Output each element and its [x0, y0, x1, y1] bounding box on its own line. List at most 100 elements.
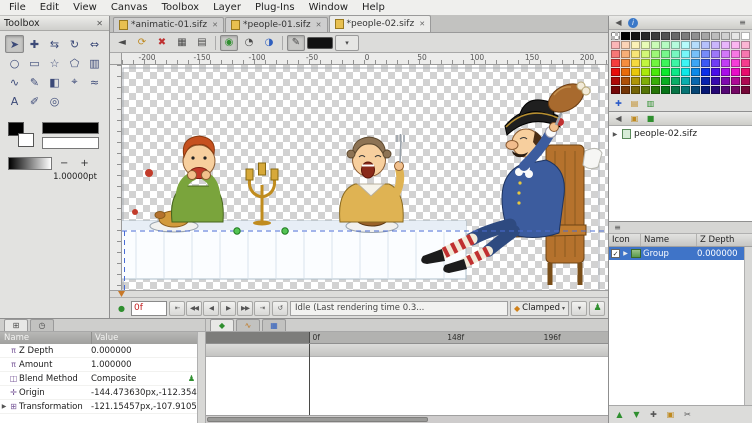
color-swatch[interactable]	[621, 32, 630, 40]
color-swatch[interactable]	[651, 41, 660, 49]
color-swatch[interactable]	[651, 32, 660, 40]
color-swatch[interactable]	[711, 86, 720, 94]
time-field[interactable]	[131, 301, 167, 316]
tab-curves[interactable]: ∿	[236, 319, 260, 331]
menu-view[interactable]: View	[66, 1, 104, 14]
track-row[interactable]	[206, 344, 608, 357]
color-swatch[interactable]	[681, 32, 690, 40]
color-swatch[interactable]	[731, 50, 740, 58]
polygon-tool[interactable]: ⬠	[65, 54, 84, 72]
color-swatch[interactable]	[721, 41, 730, 49]
refresh-button[interactable]: ⟳	[133, 35, 151, 51]
color-swatch[interactable]	[741, 50, 750, 58]
jack-button[interactable]: ●	[113, 301, 129, 316]
secondary-dropdown[interactable]: ▾	[571, 301, 587, 316]
lower-layer-button[interactable]: ▼	[630, 409, 643, 421]
color-swatch[interactable]	[611, 86, 620, 94]
vertex-handle[interactable]	[234, 228, 240, 234]
color-swatch[interactable]	[731, 77, 740, 85]
color-swatch[interactable]	[671, 68, 680, 76]
info-icon[interactable]: i	[628, 18, 638, 28]
color-swatch[interactable]	[611, 50, 620, 58]
canvas-timebar[interactable]	[110, 290, 608, 297]
menu-file[interactable]: File	[2, 1, 33, 14]
color-swatch[interactable]	[661, 59, 670, 67]
color-swatch[interactable]	[721, 86, 730, 94]
color-swatch[interactable]	[681, 77, 690, 85]
color-swatch[interactable]	[701, 68, 710, 76]
interpolation-dropdown[interactable]: ◆ Clamped ▾	[510, 301, 569, 316]
toggle-grid-button[interactable]: ▦	[173, 35, 191, 51]
color-swatch[interactable]	[631, 68, 640, 76]
color-swatch[interactable]	[651, 59, 660, 67]
color-swatch[interactable]	[641, 41, 650, 49]
color-swatch[interactable]	[721, 50, 730, 58]
menu-toolbox[interactable]: Toolbox	[155, 1, 207, 14]
tab-timetrack[interactable]: ◆	[210, 319, 234, 331]
raise-layer-button[interactable]: ▲	[613, 409, 626, 421]
smooth-move-tool[interactable]: ✚	[25, 35, 44, 53]
menu-help[interactable]: Help	[355, 1, 392, 14]
time-cursor[interactable]	[118, 291, 125, 297]
color-swatch[interactable]	[701, 59, 710, 67]
color-swatch[interactable]	[671, 32, 680, 40]
resolution-dropdown[interactable]: ▾	[335, 35, 359, 51]
color-swatch[interactable]	[691, 32, 700, 40]
width-tool[interactable]: ≈	[85, 73, 104, 91]
color-swatch[interactable]	[611, 59, 620, 67]
zoom-tool[interactable]: ◎	[45, 92, 64, 110]
color-swatch[interactable]	[731, 41, 740, 49]
sketch-tool[interactable]: ✐	[25, 92, 44, 110]
draw-tool[interactable]: ✎	[25, 73, 44, 91]
fg-bg-swatches[interactable]	[8, 122, 36, 149]
chevron-left-icon[interactable]: ◀	[612, 113, 625, 125]
past-frames-button[interactable]: ◔	[240, 35, 258, 51]
timetrack-body[interactable]	[206, 344, 608, 415]
color-swatch[interactable]	[641, 86, 650, 94]
color-swatch[interactable]	[681, 59, 690, 67]
color-swatch[interactable]	[671, 59, 680, 67]
color-swatch[interactable]	[641, 50, 650, 58]
tab-animatic01sifz[interactable]: *animatic-01.sifz✕	[113, 17, 224, 32]
fill-color-display[interactable]	[42, 137, 99, 149]
close-tab-icon[interactable]: ✕	[417, 20, 425, 28]
param-row[interactable]: πZ Depth0.000000	[0, 344, 197, 358]
color-swatch[interactable]	[731, 86, 740, 94]
layers-scrollbar[interactable]	[744, 247, 752, 405]
color-swatch[interactable]	[721, 32, 730, 40]
color-swatch[interactable]	[661, 50, 670, 58]
color-swatch[interactable]	[741, 86, 750, 94]
tab-people01sifz[interactable]: *people-01.sifz✕	[225, 17, 328, 32]
new-layer-button[interactable]: ✚	[647, 409, 660, 421]
color-swatch[interactable]	[621, 68, 630, 76]
transform-tool[interactable]: ➤	[5, 35, 24, 53]
color-swatch[interactable]	[711, 68, 720, 76]
color-swatch[interactable]	[651, 77, 660, 85]
color-swatch[interactable]	[611, 41, 620, 49]
color-swatch[interactable]	[641, 32, 650, 40]
color-swatch[interactable]	[611, 77, 620, 85]
menu-canvas[interactable]: Canvas	[104, 1, 155, 14]
folder-icon[interactable]: ■	[644, 113, 657, 125]
color-swatch[interactable]	[741, 59, 750, 67]
color-swatch[interactable]	[661, 32, 670, 40]
fill-tool[interactable]: ◧	[45, 73, 64, 91]
panel-menu-icon[interactable]: ≡	[736, 17, 749, 29]
future-frames-button[interactable]: ◑	[260, 35, 278, 51]
color-swatch[interactable]	[681, 41, 690, 49]
color-swatch[interactable]	[701, 77, 710, 85]
seek-begin-button[interactable]: ⇤	[169, 301, 185, 316]
text-tool[interactable]: A	[5, 92, 24, 110]
color-swatch[interactable]	[671, 41, 680, 49]
color-swatch[interactable]	[631, 86, 640, 94]
eyedrop-tool[interactable]: ⌖	[65, 73, 84, 91]
close-tab-icon[interactable]: ✕	[210, 21, 218, 29]
color-swatch[interactable]	[671, 86, 680, 94]
mirror-tool[interactable]: ⇆	[45, 35, 64, 53]
color-swatch[interactable]	[661, 41, 670, 49]
rotate-tool[interactable]: ↻	[65, 35, 84, 53]
color-swatch[interactable]	[671, 50, 680, 58]
color-swatch[interactable]	[611, 32, 620, 40]
fill-color-swatch[interactable]	[18, 133, 34, 147]
color-swatch[interactable]	[671, 77, 680, 85]
